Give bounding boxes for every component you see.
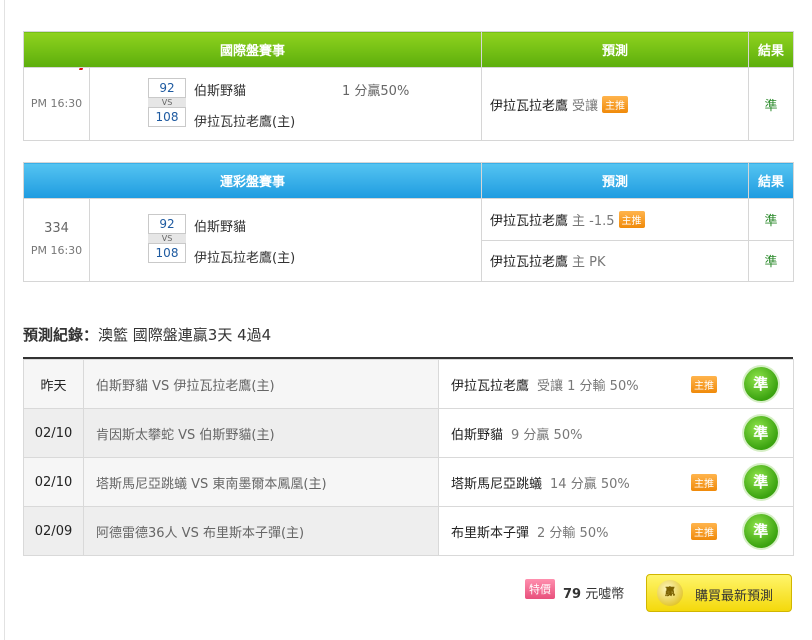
- score-box: 92 VS 108: [148, 214, 186, 263]
- history-title-label: 預測紀錄: [23, 326, 84, 344]
- history-prediction-team: 伯斯野貓: [451, 427, 504, 443]
- history-prediction: 伯斯野貓 9 分贏 50%: [438, 408, 729, 458]
- result-cell: 準: [748, 198, 795, 241]
- result-note: 1 分贏50%: [342, 84, 410, 99]
- main-pick-badge: 主推: [691, 474, 717, 491]
- history-prediction-extra: 9 分贏 50%: [511, 427, 583, 443]
- correct-badge-icon: 準: [743, 367, 778, 401]
- promo-badge: 特價: [525, 579, 555, 599]
- sports-lottery-table: 運彩盤賽事 預測 結果 334 PM 16:30 92 VS 108 伯斯野貓 …: [22, 162, 795, 282]
- history-row: 02/10 塔斯馬尼亞跳蟻 VS 東南墨爾本鳳凰(主) 塔斯馬尼亞跳蟻 14 分贏…: [23, 457, 794, 507]
- main-pick-badge: 主推: [618, 210, 645, 228]
- game-time: PM 16:30: [23, 67, 90, 141]
- result-header: 結果: [748, 31, 795, 68]
- history-row: 昨天 伯斯野貓 VS 伊拉瓦拉老鷹(主) 伊拉瓦拉老鷹 受讓 1 分輸 50% 主推…: [23, 359, 794, 409]
- main-pick-badge: 主推: [691, 376, 717, 393]
- price-label: 79 元噓幣: [563, 583, 624, 602]
- left-border: [4, 0, 5, 640]
- away-score: 92: [148, 78, 186, 98]
- history-title-sep: ：: [83, 326, 99, 344]
- away-team[interactable]: 伯斯野貓: [194, 216, 246, 235]
- history-result: 準: [728, 506, 794, 556]
- game-time: PM 16:30: [30, 244, 83, 257]
- history-prediction-team: 布里斯本子彈: [451, 525, 530, 541]
- history-prediction-extra: 14 分贏 50%: [550, 476, 630, 492]
- history-row: 02/10 肯因斯太攀蛇 VS 伯斯野貓(主) 伯斯野貓 9 分贏 50% 準: [23, 408, 794, 458]
- correct-badge-icon: 準: [743, 465, 778, 499]
- price-number: 79: [563, 587, 582, 602]
- vs-label: VS: [148, 98, 186, 107]
- history-row: 02/09 阿德雷德36人 VS 布里斯本子彈(主) 布里斯本子彈 2 分輸 50…: [23, 506, 794, 556]
- history-table: 昨天 伯斯野貓 VS 伊拉瓦拉老鷹(主) 伊拉瓦拉老鷹 受讓 1 分輸 50% 主推…: [23, 359, 794, 556]
- result-cell: 準: [748, 67, 795, 141]
- prediction-extra: 主 PK: [572, 255, 606, 271]
- away-score: 92: [148, 214, 186, 234]
- international-table: 國際盤賽事 預測 結果 PM 16:30 92 VS 108 伯斯野貓 伊拉瓦拉…: [22, 31, 795, 141]
- sports-lottery-header: 運彩盤賽事: [22, 162, 483, 199]
- history-title-text: 澳籃 國際盤連贏3天 4過4: [98, 326, 272, 344]
- buy-latest-prediction-button[interactable]: 贏 購買最新預測: [646, 574, 792, 612]
- vs-label: VS: [148, 234, 186, 243]
- prediction-cell: 伊拉瓦拉老鷹主 PK: [481, 239, 750, 282]
- history-match[interactable]: 塔斯馬尼亞跳蟻 VS 東南墨爾本鳳凰(主): [83, 457, 439, 507]
- prediction-extra: 主 -1.5: [572, 213, 615, 229]
- history-date: 02/10: [23, 457, 84, 507]
- prediction-extra: 受讓: [572, 98, 599, 114]
- prediction-team: 伊拉瓦拉老鷹: [490, 255, 569, 271]
- correct-badge-icon: 準: [743, 416, 778, 450]
- history-match[interactable]: 伯斯野貓 VS 伊拉瓦拉老鷹(主): [83, 359, 439, 409]
- main-pick-badge: 主推: [602, 95, 629, 113]
- history-prediction: 布里斯本子彈 2 分輸 50% 主推: [438, 506, 729, 556]
- history-prediction: 塔斯馬尼亞跳蟻 14 分贏 50% 主推: [438, 457, 729, 507]
- result-cell: 準: [748, 239, 795, 282]
- prediction-cell: 伊拉瓦拉老鷹 受讓 主推: [481, 67, 750, 141]
- international-header: 國際盤賽事: [22, 31, 483, 68]
- coin-icon: 贏: [657, 580, 683, 606]
- history-prediction-team: 伊拉瓦拉老鷹: [451, 378, 530, 394]
- away-team[interactable]: 伯斯野貓: [194, 80, 246, 99]
- score-box: 92 VS 108: [148, 78, 186, 127]
- history-date: 02/09: [23, 506, 84, 556]
- history-prediction: 伊拉瓦拉老鷹 受讓 1 分輸 50% 主推: [438, 359, 729, 409]
- home-team[interactable]: 伊拉瓦拉老鷹(主): [194, 247, 295, 266]
- history-date: 02/10: [23, 408, 84, 458]
- history-result: 準: [728, 408, 794, 458]
- history-result: 準: [728, 457, 794, 507]
- buy-button-label: 購買最新預測: [695, 589, 774, 604]
- home-score: 108: [148, 243, 186, 263]
- correct-badge-icon: 準: [743, 514, 778, 548]
- game-teams: 92 VS 108 伯斯野貓 伊拉瓦拉老鷹(主): [88, 198, 483, 282]
- history-match[interactable]: 肯因斯太攀蛇 VS 伯斯野貓(主): [83, 408, 439, 458]
- history-match[interactable]: 阿德雷德36人 VS 布里斯本子彈(主): [83, 506, 439, 556]
- prediction-cell: 伊拉瓦拉老鷹主 -1.5 主推: [481, 198, 750, 241]
- history-date: 昨天: [23, 359, 84, 409]
- history-prediction-extra: 受讓 1 分輸 50%: [537, 378, 639, 394]
- game-number-time: 334 PM 16:30: [23, 198, 90, 282]
- price-unit: 元噓幣: [585, 587, 625, 602]
- home-score: 108: [148, 107, 186, 127]
- history-result: 準: [728, 359, 794, 409]
- result-header: 結果: [748, 162, 795, 199]
- history-prediction-team: 塔斯馬尼亞跳蟻: [451, 476, 543, 492]
- predict-header: 預測: [481, 31, 750, 68]
- history-title: 預測紀錄：澳籃 國際盤連贏3天 4過4: [23, 324, 271, 345]
- game-teams: 92 VS 108 伯斯野貓 伊拉瓦拉老鷹(主) 1 分贏50%: [88, 67, 483, 141]
- predict-header: 預測: [481, 162, 750, 199]
- prediction-team: 伊拉瓦拉老鷹: [490, 98, 569, 114]
- main-pick-badge: 主推: [691, 523, 717, 540]
- home-team[interactable]: 伊拉瓦拉老鷹(主): [194, 111, 295, 130]
- history-prediction-extra: 2 分輸 50%: [537, 525, 609, 541]
- game-number: 334: [44, 221, 69, 236]
- prediction-team: 伊拉瓦拉老鷹: [490, 213, 569, 229]
